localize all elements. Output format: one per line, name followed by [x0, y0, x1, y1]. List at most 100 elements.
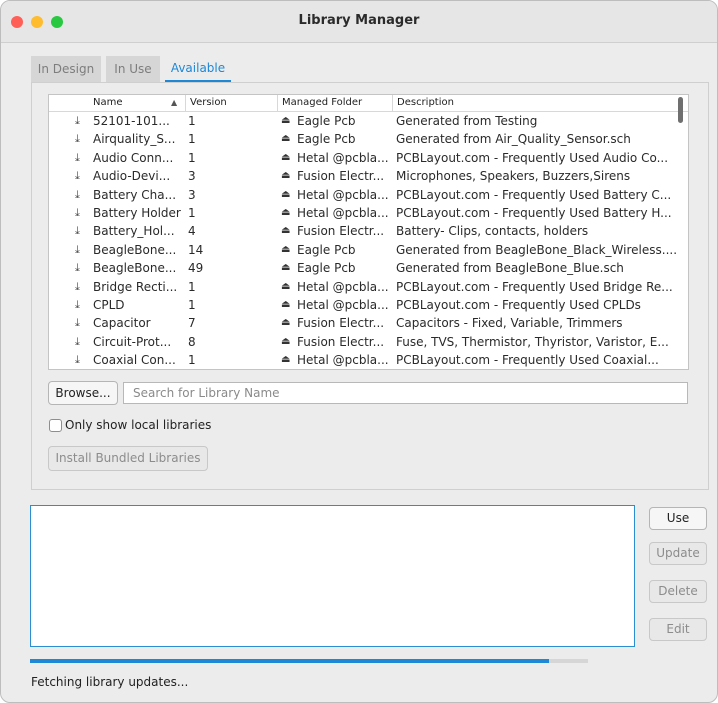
download-icon[interactable]: ⤓ [75, 222, 80, 240]
library-version: 1 [188, 114, 196, 128]
managed-folder: Hetal @pcbla... [297, 279, 389, 294]
table-scrollbar[interactable] [678, 97, 683, 123]
library-description: Generated from Air_Quality_Sensor.sch [396, 132, 631, 147]
library-details-area [30, 505, 635, 647]
managed-folder: Hetal @pcbla... [297, 187, 389, 202]
download-icon[interactable]: ⤓ [75, 149, 80, 167]
table-row[interactable]: ⤓ Circuit-Prot... 8 ⏏ Fusion Electr... Fuse, … [49, 333, 688, 351]
folder-icon: ⏏ [281, 225, 291, 237]
column-header-description[interactable]: Description [392, 95, 672, 111]
download-icon[interactable]: ⤓ [75, 296, 80, 314]
library-name: BeagleBone... [93, 242, 177, 257]
library-name: 52101-101... [93, 114, 170, 128]
download-icon[interactable]: ⤓ [75, 314, 80, 332]
library-description: Fuse, TVS, Thermistor, Thyristor, Varist… [396, 334, 669, 349]
library-description: PCBLayout.com - Frequently Used Battery … [396, 206, 672, 220]
table-row[interactable]: ⤓ 52101-101... 1 ⏏ Eagle Pcb Generated from T… [49, 112, 688, 130]
table-row[interactable]: ⤓ BeagleBone... 49 ⏏ Eagle Pcb Generated from… [49, 259, 688, 277]
library-description: Capacitors - Fixed, Variable, Trimmers [396, 316, 623, 331]
download-icon[interactable]: ⤓ [75, 130, 80, 148]
use-button[interactable]: Use [649, 507, 707, 530]
only-local-checkbox[interactable] [49, 419, 62, 432]
library-version: 3 [188, 187, 196, 202]
table-row[interactable]: ⤓ Coaxial Con... 1 ⏏ Hetal @pcbla... PCBLayou… [49, 351, 688, 369]
download-icon[interactable]: ⤓ [75, 278, 80, 296]
folder-icon: ⏏ [281, 243, 291, 255]
managed-folder: Fusion Electr... [297, 169, 385, 184]
download-icon[interactable]: ⤓ [75, 351, 80, 369]
library-description: PCBLayout.com - Frequently Used Battery … [396, 187, 672, 202]
tab-in-use[interactable]: In Use [106, 56, 160, 82]
progress-fill [30, 659, 549, 663]
install-bundled-button[interactable]: Install Bundled Libraries [48, 446, 208, 471]
library-description: PCBLayout.com - Frequently Used CPLDs [396, 298, 641, 312]
library-name: Airquality_S... [93, 132, 176, 147]
column-header-version[interactable]: Version [185, 95, 277, 111]
download-icon[interactable]: ⤓ [75, 241, 80, 259]
library-description: Generated from BeagleBone_Black_Wireless… [396, 242, 678, 257]
download-icon[interactable]: ⤓ [75, 186, 80, 204]
library-description: Battery- Clips, contacts, holders [396, 224, 589, 239]
column-header-name[interactable]: Name ▲ [89, 95, 185, 111]
library-version: 3 [188, 169, 196, 184]
managed-folder: Hetal @pcbla... [297, 206, 389, 220]
managed-folder: Eagle Pcb [297, 242, 356, 257]
download-icon[interactable]: ⤓ [75, 333, 80, 351]
folder-icon: ⏏ [281, 151, 291, 163]
library-name: BeagleBone... [93, 261, 177, 276]
managed-folder: Hetal @pcbla... [297, 150, 389, 165]
table-row[interactable]: ⤓ BeagleBone... 14 ⏏ Eagle Pcb Generated from… [49, 241, 688, 259]
download-icon[interactable]: ⤓ [75, 259, 80, 277]
library-name: Capacitor [93, 316, 151, 331]
library-name: Audio Conn... [93, 150, 174, 165]
managed-folder: Hetal @pcbla... [297, 353, 389, 368]
title-bar: Library Manager [1, 1, 717, 43]
tab-in-design[interactable]: In Design [31, 56, 101, 82]
download-icon[interactable]: ⤓ [75, 167, 80, 185]
library-version: 49 [188, 261, 204, 276]
download-icon[interactable]: ⤓ [75, 204, 80, 222]
table-row[interactable]: ⤓ Battery Cha... 3 ⏏ Hetal @pcbla... PCBLayou… [49, 186, 688, 204]
table-row[interactable]: ⤓ Audio Conn... 1 ⏏ Hetal @pcbla... PCBLayout… [49, 149, 688, 167]
download-icon[interactable]: ⤓ [75, 112, 80, 130]
folder-icon: ⏏ [281, 317, 291, 329]
edit-button[interactable]: Edit [649, 618, 707, 641]
table-row[interactable]: ⤓ Battery_Hol... 4 ⏏ Fusion Electr... Battery… [49, 222, 688, 240]
library-description: PCBLayout.com - Frequently Used Audio Co… [396, 150, 669, 165]
library-name: Coaxial Con... [93, 353, 176, 368]
folder-icon: ⏏ [281, 133, 291, 145]
table-row[interactable]: ⤓ Airquality_S... 1 ⏏ Eagle Pcb Generated fro… [49, 130, 688, 148]
table-row[interactable]: ⤓ Bridge Recti... 1 ⏏ Hetal @pcbla... PCBLayo… [49, 278, 688, 296]
library-version: 8 [188, 334, 196, 349]
library-name: Battery Holder [93, 206, 181, 220]
library-description: Microphones, Speakers, Buzzers,Sirens [396, 169, 631, 184]
folder-icon: ⏏ [281, 115, 291, 126]
column-header-managed-folder[interactable]: Managed Folder [277, 95, 392, 111]
update-button[interactable]: Update [649, 542, 707, 565]
delete-button[interactable]: Delete [649, 580, 707, 603]
library-version: 4 [188, 224, 196, 239]
table-row[interactable]: ⤓ Audio-Devi... 3 ⏏ Fusion Electr... Micropho… [49, 167, 688, 185]
table-header: Name ▲ Version Managed Folder Descriptio… [49, 95, 688, 112]
library-name: Audio-Devi... [93, 169, 171, 184]
library-name: Circuit-Prot... [93, 334, 172, 349]
table-row[interactable]: ⤓ CPLD 1 ⏏ Hetal @pcbla... PCBLayout.com - Fr… [49, 296, 688, 314]
status-text: Fetching library updates... [31, 675, 189, 689]
search-input[interactable] [123, 382, 688, 404]
library-name: Battery Cha... [93, 187, 177, 202]
library-description: Generated from BeagleBone_Blue.sch [396, 261, 624, 276]
table-row[interactable]: ⤓ Battery Holder 1 ⏏ Hetal @pcbla... PCBLayou… [49, 204, 688, 222]
managed-folder: Fusion Electr... [297, 316, 385, 331]
folder-icon: ⏏ [281, 280, 291, 292]
library-name: Bridge Recti... [93, 279, 178, 294]
browse-button[interactable]: Browse... [48, 381, 118, 405]
managed-folder: Eagle Pcb [297, 114, 356, 128]
library-name: CPLD [93, 298, 125, 312]
progress-bar [30, 659, 588, 663]
library-name: Battery_Hol... [93, 224, 175, 239]
table-row[interactable]: ⤓ Capacitor 7 ⏏ Fusion Electr... Capacitors -… [49, 314, 688, 332]
only-local-label: Only show local libraries [65, 418, 212, 432]
library-version: 1 [188, 150, 196, 165]
window-title: Library Manager [298, 13, 420, 28]
tab-available[interactable]: Available [165, 56, 231, 82]
